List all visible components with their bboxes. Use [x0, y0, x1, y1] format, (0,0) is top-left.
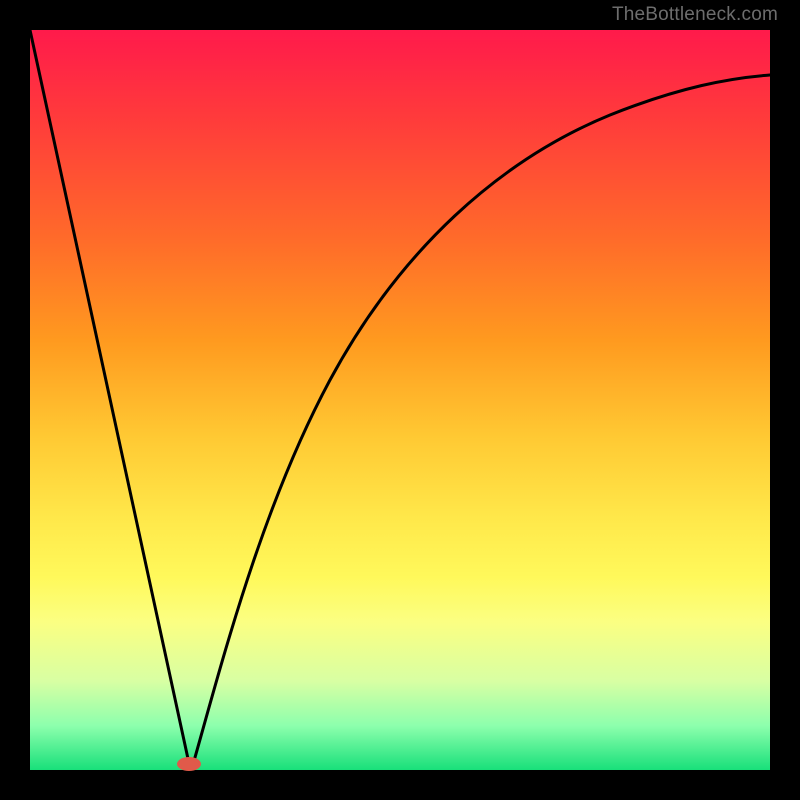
watermark-text: TheBottleneck.com: [612, 4, 778, 26]
curve-path: [30, 30, 770, 768]
plot-area: [30, 30, 770, 770]
bottleneck-curve: [30, 30, 770, 770]
chart-frame: TheBottleneck.com: [0, 0, 800, 800]
